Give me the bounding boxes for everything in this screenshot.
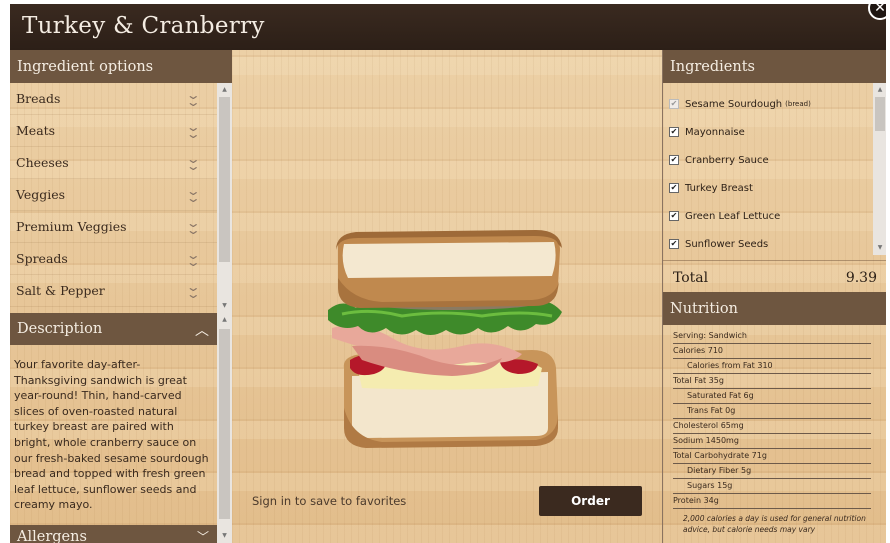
nutrition-row: Calories from Fat 310 xyxy=(673,359,871,374)
ingredient-item[interactable]: ✔ Sunflower Seeds xyxy=(663,230,873,255)
chevron-double-down-icon[interactable]: ⌄ ⌄ xyxy=(186,121,201,140)
scroll-down-icon[interactable]: ▼ xyxy=(217,531,232,541)
option-label: Premium Veggies xyxy=(16,219,127,234)
description-scrollbar[interactable]: ▲ ▼ xyxy=(217,313,232,543)
scroll-up-icon[interactable]: ▲ xyxy=(217,85,232,95)
option-breads[interactable]: Breads ⌄ ⌄ xyxy=(10,83,217,115)
option-spreads[interactable]: Spreads ⌄ ⌄ xyxy=(10,243,217,275)
page-title: Turkey & Cranberry xyxy=(22,13,265,39)
nutrition-row: Sugars 15g xyxy=(673,479,871,494)
ingredients-title: Ingredients xyxy=(670,58,755,75)
nutrition-row: Cholesterol 65mg xyxy=(673,419,871,434)
ingredient-item[interactable]: ✔ Turkey Breast xyxy=(663,174,873,202)
description-header[interactable]: Description ︿ xyxy=(10,313,217,345)
nutrition-row: Protein 34g xyxy=(673,494,871,509)
option-meats[interactable]: Meats ⌄ ⌄ xyxy=(10,115,217,147)
total-label: Total xyxy=(673,269,709,286)
ingredient-item[interactable]: ✔ Mayonnaise xyxy=(663,118,873,146)
option-label: Spreads xyxy=(16,251,68,266)
nutrition-row: Total Carbohydrate 71g xyxy=(673,449,871,464)
nutrition-row: Serving: Sandwich xyxy=(673,329,871,344)
chevron-double-down-icon[interactable]: ⌄ ⌄ xyxy=(186,89,201,108)
ingredients-scrollbar[interactable]: ▲ ▼ xyxy=(873,83,886,255)
option-veggies[interactable]: Veggies ⌄ ⌄ xyxy=(10,179,217,211)
ingredient-options-header: Ingredient options xyxy=(10,50,232,83)
nutrition-rows: Serving: Sandwich Calories 710 Calories fr… xyxy=(673,329,871,509)
order-button[interactable]: Order xyxy=(539,486,642,516)
option-cheeses[interactable]: Cheeses ⌄ ⌄ xyxy=(10,147,217,179)
nutrition-row: Sodium 1450mg xyxy=(673,434,871,449)
ingredient-tag: (bread) xyxy=(785,100,811,108)
sandwich-builder-window: Turkey & Cranberry Ingredient options Br… xyxy=(10,4,886,543)
option-label: Salt & Pepper xyxy=(16,283,105,298)
sandwich-preview-area: Sign in to save to favorites Order xyxy=(232,50,662,543)
chevron-double-down-icon[interactable]: ⌄ ⌄ xyxy=(186,249,201,268)
description-text: Your favorite day-after-Thanksgiving san… xyxy=(14,358,209,512)
chevron-double-down-icon[interactable]: ⌄ ⌄ xyxy=(186,185,201,204)
ingredients-header: Ingredients xyxy=(663,50,886,83)
total-price: 9.39 xyxy=(845,269,877,286)
nutrition-row: Trans Fat 0g xyxy=(673,404,871,419)
chevron-up-icon[interactable]: ︿ xyxy=(195,320,209,340)
chevron-double-down-icon[interactable]: ⌄ ⌄ xyxy=(186,153,201,172)
ingredient-item[interactable]: ✔ Sesame Sourdough (bread) xyxy=(663,90,873,118)
ingredient-checkbox[interactable]: ✔ xyxy=(669,183,679,193)
chevron-down-icon[interactable]: ﹀ xyxy=(197,528,209,543)
sign-in-link[interactable]: Sign in to save to favorites xyxy=(252,494,406,508)
nutrition-note: 2,000 calories a day is used for general… xyxy=(683,514,866,534)
scroll-up-icon[interactable]: ▲ xyxy=(217,315,232,325)
right-panel: Ingredients ✔ Sesame Sourdough (bread) ✔ May… xyxy=(662,50,886,543)
option-label: Cheeses xyxy=(16,155,69,170)
option-label: Meats xyxy=(16,123,56,138)
ingredient-name: Sunflower Seeds xyxy=(685,238,769,250)
ingredient-checkbox[interactable]: ✔ xyxy=(669,211,679,221)
options-scrollbar[interactable]: ▲ ▼ xyxy=(217,83,232,313)
nutrition-row: Saturated Fat 6g xyxy=(673,389,871,404)
nutrition-row: Dietary Fiber 5g xyxy=(673,464,871,479)
allergens-header[interactable]: Allergens ﹀ xyxy=(10,525,217,543)
title-bar: Turkey & Cranberry xyxy=(10,4,886,50)
ingredient-item[interactable]: ✔ Green Leaf Lettuce xyxy=(663,202,873,230)
description-title: Description xyxy=(17,321,103,337)
ingredient-checkbox[interactable]: ✔ xyxy=(669,239,679,249)
sandwich-image xyxy=(328,230,562,448)
scroll-thumb[interactable] xyxy=(219,329,230,519)
ingredient-checkbox[interactable]: ✔ xyxy=(669,127,679,137)
option-salt-pepper[interactable]: Salt & Pepper ⌄ ⌄ xyxy=(10,275,217,307)
nutrition-row: Calories 710 xyxy=(673,344,871,359)
ingredient-options-list: Breads ⌄ ⌄ Meats ⌄ ⌄ Cheeses ⌄ ⌄ Veggies ⌄ ⌄ Premium… xyxy=(10,83,217,313)
scroll-thumb[interactable] xyxy=(219,97,230,262)
option-label: Breads xyxy=(16,91,61,106)
ingredient-name: Turkey Breast xyxy=(685,182,753,194)
ingredient-checkbox[interactable]: ✔ xyxy=(669,155,679,165)
ingredient-name: Cranberry Sauce xyxy=(685,154,769,166)
ingredient-checkbox: ✔ xyxy=(669,99,679,109)
total-row: Total 9.39 xyxy=(663,260,886,294)
nutrition-row: Total Fat 35g xyxy=(673,374,871,389)
chevron-double-down-icon[interactable]: ⌄ ⌄ xyxy=(186,217,201,236)
nutrition-header: Nutrition xyxy=(663,292,886,325)
chevron-double-down-icon[interactable]: ⌄ ⌄ xyxy=(186,281,201,300)
scroll-up-icon[interactable]: ▲ xyxy=(873,85,886,95)
scroll-down-icon[interactable]: ▼ xyxy=(873,243,886,253)
scroll-thumb[interactable] xyxy=(875,97,885,131)
ingredient-name: Sesame Sourdough xyxy=(685,98,783,110)
ingredient-options-title: Ingredient options xyxy=(17,58,154,75)
ingredient-name: Mayonnaise xyxy=(685,126,745,138)
scroll-down-icon[interactable]: ▼ xyxy=(217,301,232,311)
option-premium-veggies[interactable]: Premium Veggies ⌄ ⌄ xyxy=(10,211,217,243)
ingredient-item[interactable]: ✔ Cranberry Sauce xyxy=(663,146,873,174)
ingredients-list: ✔ Sesame Sourdough (bread) ✔ Mayonnaise ✔ Cran… xyxy=(663,83,873,255)
nutrition-title: Nutrition xyxy=(670,300,738,317)
option-label: Veggies xyxy=(16,187,66,202)
allergens-title: Allergens xyxy=(17,529,87,543)
left-panel: Ingredient options Breads ⌄ ⌄ Meats ⌄ ⌄ Cheese… xyxy=(10,50,232,543)
ingredient-name: Green Leaf Lettuce xyxy=(685,210,781,222)
nutrition-facts: Serving: Sandwich Calories 710 Calories fr… xyxy=(663,325,886,543)
